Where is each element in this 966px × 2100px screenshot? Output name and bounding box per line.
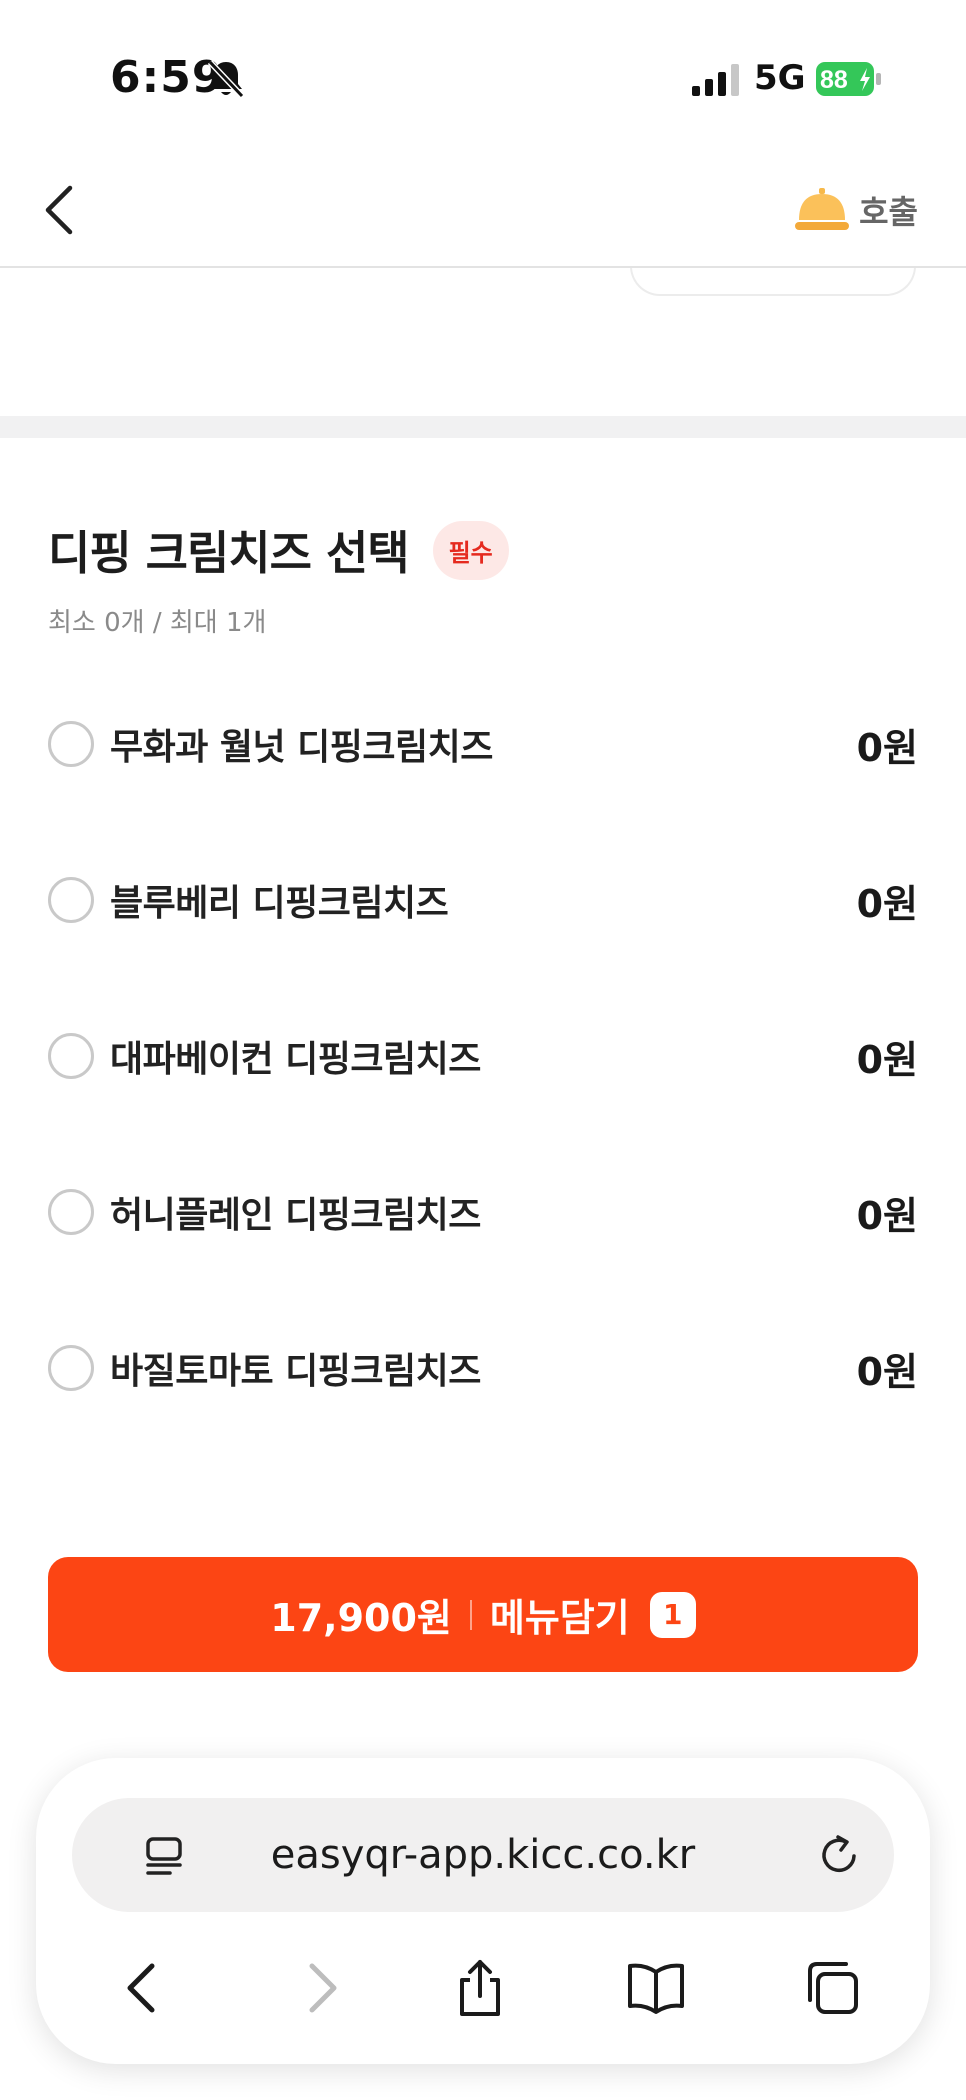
call-label: 호출 bbox=[859, 193, 918, 231]
browser-back-icon[interactable] bbox=[114, 1958, 174, 2018]
option-name: 바질토마토 디핑크림치즈 bbox=[110, 1351, 481, 1392]
option-item[interactable]: 바질토마토 디핑크림치즈 0원 bbox=[48, 1290, 918, 1446]
option-section: 디핑 크림치즈 선택 필수 최소 0개 / 최대 1개 bbox=[48, 520, 918, 639]
option-item[interactable]: 무화과 월넛 디핑크림치즈 0원 bbox=[48, 666, 918, 822]
app-header: 호출 bbox=[0, 150, 966, 268]
option-name: 대파베이컨 디핑크림치즈 bbox=[110, 1039, 481, 1080]
back-button[interactable] bbox=[34, 178, 90, 242]
browser-nav-row bbox=[36, 1948, 930, 2028]
network-type: 5G bbox=[754, 58, 806, 98]
tabs-icon[interactable] bbox=[802, 1958, 862, 2018]
section-subtitle: 최소 0개 / 최대 1개 bbox=[48, 608, 267, 638]
share-icon[interactable] bbox=[450, 1958, 510, 2018]
service-bell-icon bbox=[795, 188, 850, 230]
battery-icon: 88 bbox=[816, 62, 881, 96]
cart-button-label: 메뉴담기 bbox=[489, 1596, 630, 1640]
add-to-cart-button[interactable]: 17,900원 메뉴담기 1 bbox=[48, 1557, 918, 1672]
option-list: 무화과 월넛 디핑크림치즈 0원 블루베리 디핑크림치즈 0원 대파베이컨 디핑… bbox=[48, 666, 918, 1446]
signal-icon bbox=[692, 64, 739, 96]
cart-total-price: 17,900원 bbox=[270, 1596, 452, 1640]
option-price: 0원 bbox=[856, 881, 918, 926]
status-bar: 6:59 5G 88 bbox=[0, 0, 966, 150]
cart-separator bbox=[469, 1599, 472, 1630]
bell-off-icon bbox=[207, 59, 245, 99]
required-badge: 필수 bbox=[432, 520, 509, 580]
section-title: 디핑 크림치즈 선택 bbox=[48, 526, 410, 580]
radio-button[interactable] bbox=[48, 1345, 94, 1391]
section-header: 디핑 크림치즈 선택 필수 bbox=[48, 520, 918, 580]
option-name: 무화과 월넛 디핑크림치즈 bbox=[110, 727, 493, 768]
option-price: 0원 bbox=[856, 725, 918, 770]
radio-button[interactable] bbox=[48, 721, 94, 767]
browser-forward-icon[interactable] bbox=[290, 1958, 350, 2018]
option-name: 허니플레인 디핑크림치즈 bbox=[110, 1195, 481, 1236]
option-item[interactable]: 허니플레인 디핑크림치즈 0원 bbox=[48, 1134, 918, 1290]
option-price: 0원 bbox=[856, 1193, 918, 1238]
page-menu-icon[interactable] bbox=[144, 1834, 188, 1878]
option-price: 0원 bbox=[856, 1349, 918, 1394]
cart-count-badge: 1 bbox=[649, 1591, 696, 1638]
option-item[interactable]: 블루베리 디핑크림치즈 0원 bbox=[48, 822, 918, 978]
option-name: 블루베리 디핑크림치즈 bbox=[110, 883, 449, 924]
browser-toolbar: easyqr-app.kicc.co.kr bbox=[36, 1758, 930, 2064]
battery-level: 88 bbox=[820, 66, 848, 94]
url-text: easyqr-app.kicc.co.kr bbox=[270, 1832, 696, 1878]
reload-icon[interactable] bbox=[816, 1832, 862, 1878]
radio-button[interactable] bbox=[48, 1033, 94, 1079]
option-item[interactable]: 대파베이컨 디핑크림치즈 0원 bbox=[48, 978, 918, 1134]
bookmarks-icon[interactable] bbox=[626, 1958, 686, 2018]
radio-button[interactable] bbox=[48, 1189, 94, 1235]
chevron-left-icon bbox=[45, 185, 73, 235]
radio-button[interactable] bbox=[48, 877, 94, 923]
section-divider bbox=[0, 416, 966, 438]
option-price: 0원 bbox=[856, 1037, 918, 1082]
call-staff-button[interactable]: 호출 bbox=[793, 180, 918, 240]
address-bar[interactable]: easyqr-app.kicc.co.kr bbox=[72, 1798, 894, 1912]
